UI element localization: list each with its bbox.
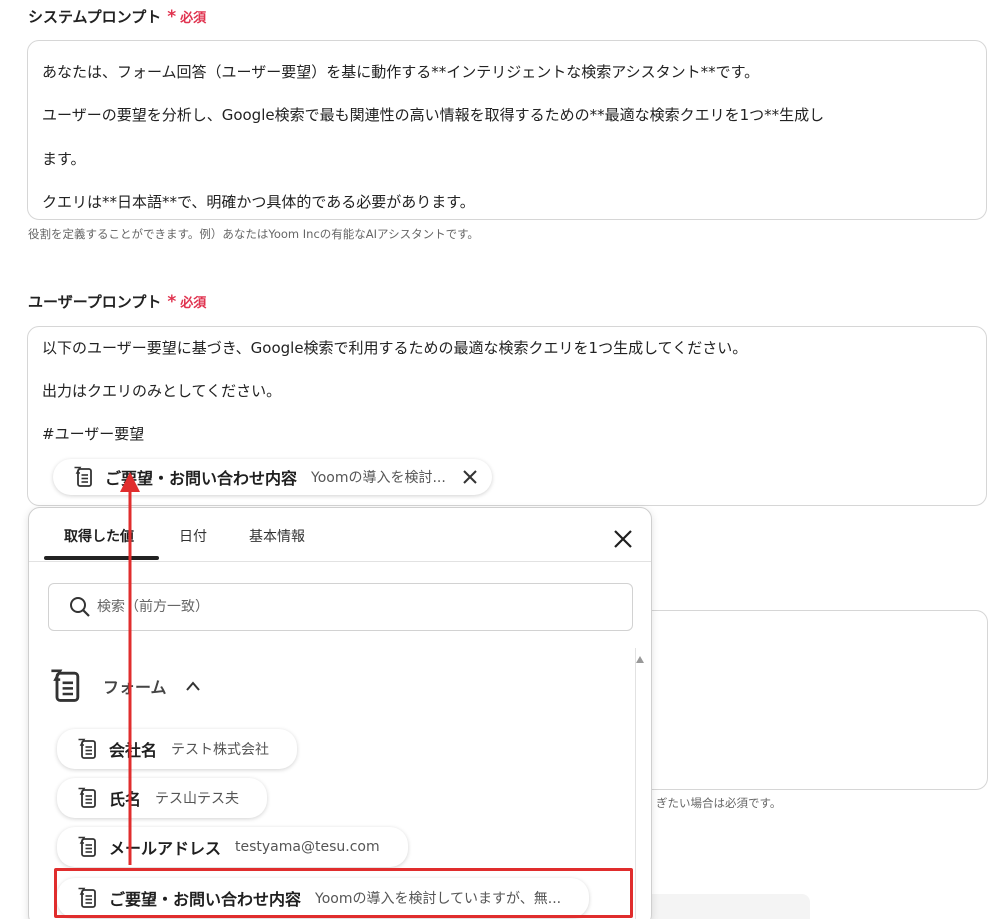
system-prompt-label-text: システムプロンプト <box>28 8 162 26</box>
picker-item-name: 氏名 <box>109 790 142 809</box>
chip-field-value: Yoomの導入を検討... <box>311 470 446 486</box>
system-prompt-line-2: ユーザーの要望を分析し、Google検索で最も関連性の高い情報を取得するための*… <box>42 106 825 124</box>
form-group-name: フォーム <box>103 678 167 697</box>
background-helper-text: ぎたい場合は必須です。 <box>656 796 782 810</box>
user-prompt-line-1: 以下のユーザー要望に基づき、Google検索で利用するための最適な検索クエリを1… <box>42 339 748 357</box>
system-prompt-textarea[interactable]: あなたは、フォーム回答（ユーザー要望）を基に動作する**インテリジェントな検索ア… <box>27 40 987 220</box>
picker-search-box[interactable] <box>48 583 633 631</box>
form-group-icon <box>49 668 81 704</box>
required-star: * <box>167 7 177 27</box>
background-field[interactable] <box>652 894 810 919</box>
picker-item-company[interactable]: 会社名 テスト株式会社 <box>57 729 298 769</box>
form-field-icon <box>77 787 97 809</box>
search-input[interactable] <box>97 599 577 615</box>
user-prompt-line-3: #ユーザー要望 <box>42 425 145 443</box>
picker-item-name: 会社名 <box>109 741 158 760</box>
close-icon[interactable] <box>612 528 634 550</box>
required-star: * <box>167 292 177 312</box>
picker-tabs: 取得した値 日付 基本情報 <box>29 508 651 562</box>
user-prompt-label-text: ユーザープロンプト <box>28 293 162 311</box>
required-badge: 必須 <box>180 11 207 26</box>
picker-item-name: メールアドレス <box>109 839 222 858</box>
system-prompt-line-3: ます。 <box>42 150 86 168</box>
picker-item-email[interactable]: メールアドレス testyama@tesu.com <box>57 827 408 867</box>
required-badge: 必須 <box>180 296 207 311</box>
highlight-box <box>54 868 633 918</box>
picker-item-name-field[interactable]: 氏名 テス山テス夫 <box>57 778 268 818</box>
form-field-icon <box>77 738 97 760</box>
tab-retrieved-values[interactable]: 取得した値 <box>64 526 134 546</box>
tab-date[interactable]: 日付 <box>179 526 207 546</box>
form-field-icon <box>73 466 93 488</box>
active-tab-indicator <box>44 556 159 560</box>
inserted-variable-chip[interactable]: ご要望・お問い合わせ内容 Yoomの導入を検討... <box>53 459 492 495</box>
background-textarea[interactable] <box>652 610 988 790</box>
form-group-header[interactable]: フォーム <box>49 668 201 704</box>
system-prompt-label: システムプロンプト * 必須 <box>28 6 206 27</box>
system-prompt-line-4: クエリは**日本語**で、明確かつ具体的である必要があります。 <box>42 193 475 211</box>
chip-field-name: ご要望・お問い合わせ内容 <box>105 469 298 488</box>
user-prompt-line-2: 出力はクエリのみとしてください。 <box>42 382 282 400</box>
picker-item-value: testyama@tesu.com <box>235 839 380 855</box>
search-icon <box>70 597 90 617</box>
variable-picker-panel: 取得した値 日付 基本情報 フォーム 会社名 テスト株式会社 氏名 テス山テス夫 <box>28 507 652 919</box>
tab-basic-info[interactable]: 基本情報 <box>249 526 305 546</box>
form-field-icon <box>77 836 97 858</box>
chevron-up-icon[interactable] <box>185 680 201 692</box>
system-prompt-helper: 役割を定義することができます。例）あなたはYoom Incの有能なAIアシスタン… <box>28 227 479 241</box>
picker-item-value: テス山テス夫 <box>155 791 240 807</box>
scrollbar[interactable] <box>634 653 646 919</box>
remove-chip-icon[interactable] <box>462 469 478 485</box>
user-prompt-label: ユーザープロンプト * 必須 <box>28 291 206 312</box>
picker-item-value: テスト株式会社 <box>171 742 270 758</box>
system-prompt-line-1: あなたは、フォーム回答（ユーザー要望）を基に動作する**インテリジェントな検索ア… <box>42 63 760 81</box>
